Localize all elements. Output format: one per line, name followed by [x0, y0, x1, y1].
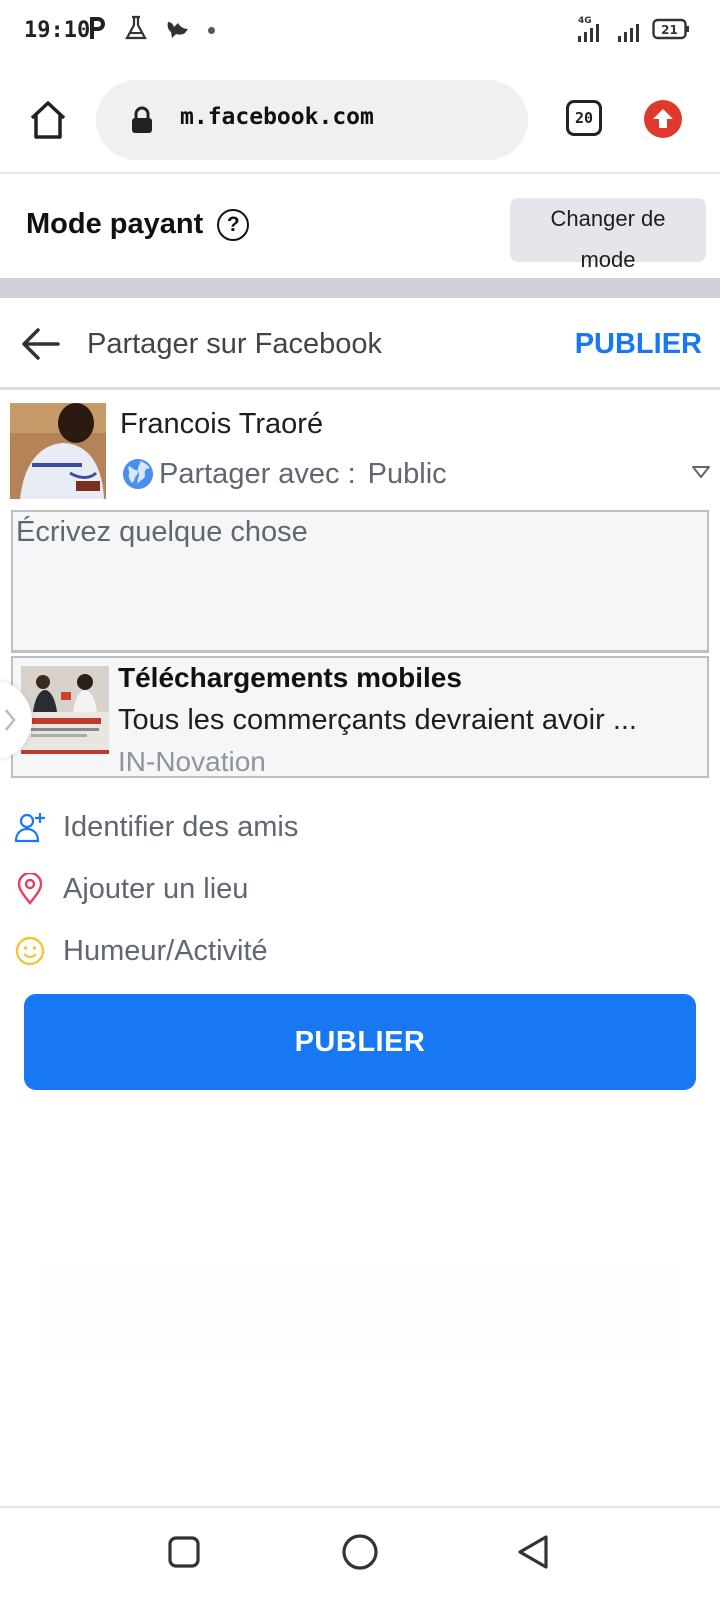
home-icon[interactable] [26, 98, 70, 142]
back-triangle-icon[interactable] [514, 1532, 554, 1572]
flask-icon [125, 15, 147, 40]
tag-friends-label: Identifier des amis [63, 810, 299, 843]
link-thumbnail-image [21, 666, 109, 754]
section-divider [0, 278, 720, 298]
page-title: Partager sur Facebook [87, 328, 382, 360]
lock-icon [132, 106, 152, 133]
status-time: 19:10 [24, 18, 91, 43]
post-textarea[interactable]: Écrivez quelque chose [11, 510, 709, 653]
status-bar: 19:10 4G 21 [0, 0, 720, 64]
publish-link[interactable]: PUBLIER [575, 328, 702, 361]
link-thumbnail [21, 666, 109, 754]
tag-friends-icon [14, 813, 45, 843]
user-name: Francois Traoré [120, 408, 324, 440]
audience-value: Public [367, 457, 447, 490]
bird-icon [167, 22, 188, 38]
svg-text:4G: 4G [578, 16, 592, 26]
add-location-action[interactable]: Ajouter un lieu [14, 864, 704, 914]
signal-4g-icon: 4G [578, 16, 599, 42]
avatar-photo [10, 403, 106, 499]
audience-label: Partager avec : [159, 457, 356, 490]
tag-friends-action[interactable]: Identifier des amis [14, 802, 704, 852]
upload-button[interactable] [644, 100, 682, 138]
globe-icon [123, 459, 153, 489]
system-nav-bar [0, 1506, 720, 1600]
url-bar[interactable]: m.facebook.com [96, 80, 528, 160]
browser-toolbar: m.facebook.com 20 [0, 64, 720, 174]
parking-icon [90, 17, 105, 39]
data-mode-bar: Mode payant ? Changer de mode [0, 176, 720, 276]
change-mode-button[interactable]: Changer de mode [510, 198, 706, 272]
mood-activity-action[interactable]: Humeur/Activité [14, 926, 704, 976]
help-icon[interactable]: ? [217, 208, 250, 241]
url-text: m.facebook.com [180, 104, 374, 130]
change-mode-line1: Changer de [550, 206, 666, 231]
signal-icon [618, 24, 639, 42]
mode-title: Mode payant ? [26, 208, 250, 241]
back-arrow-icon[interactable] [20, 326, 60, 362]
tab-count: 20 [574, 109, 594, 127]
notification-dot [208, 26, 215, 34]
svg-text:21: 21 [661, 23, 678, 37]
mode-title-text: Mode payant [26, 208, 204, 240]
recents-square-icon[interactable] [164, 1532, 204, 1572]
faded-notice [40, 1268, 680, 1356]
link-description: Tous les commerçants devraient avoir ... [118, 704, 637, 736]
mood-activity-label: Humeur/Activité [63, 934, 268, 967]
status-icons-right: 4G 21 [576, 14, 690, 44]
smiley-icon [15, 936, 45, 966]
audience-selector[interactable]: Partager avec : Public [121, 454, 711, 494]
location-pin-icon [17, 873, 43, 905]
help-symbol: ? [226, 212, 240, 236]
add-location-label: Ajouter un lieu [63, 872, 249, 905]
share-header: Partager sur Facebook PUBLIER [0, 298, 720, 390]
side-panel-handle[interactable] [0, 680, 32, 760]
battery-icon: 21 [652, 18, 689, 40]
publish-button[interactable]: PUBLIER [24, 994, 696, 1090]
link-preview-card[interactable]: Téléchargements mobiles Tous les commerç… [11, 656, 709, 778]
publish-button-label: PUBLIER [294, 1025, 426, 1058]
arrow-up-icon [653, 109, 673, 128]
link-title: Téléchargements mobiles [118, 662, 462, 693]
change-mode-line2: mode [580, 247, 636, 272]
tab-switcher-button[interactable]: 20 [566, 100, 602, 136]
home-circle-icon[interactable] [340, 1532, 380, 1572]
post-placeholder: Écrivez quelque chose [16, 516, 308, 548]
link-source: IN-Novation [118, 746, 266, 777]
avatar [10, 403, 106, 499]
chevron-right-icon [5, 709, 16, 731]
chevron-down-icon [692, 466, 710, 478]
status-icons-left [86, 14, 215, 42]
